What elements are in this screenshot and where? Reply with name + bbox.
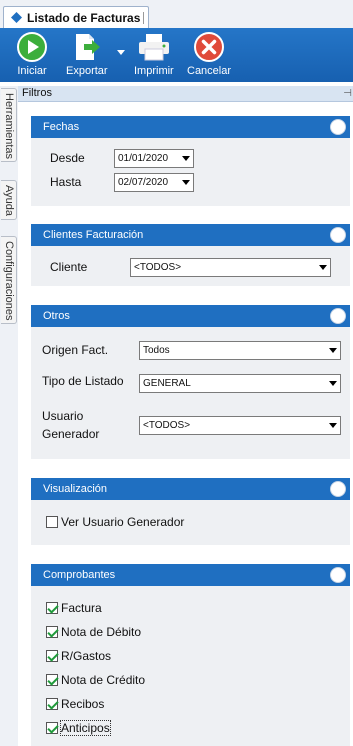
desde-value: 01/01/2020: [118, 153, 169, 164]
checkbox-box: [46, 516, 58, 528]
toolbar: Iniciar Exportar Imprimir Cancelar: [0, 28, 353, 82]
comprobante-nota-credito-checkbox[interactable]: Nota de Crédito: [46, 673, 145, 687]
usuario-label: Usuario: [42, 409, 84, 423]
play-icon: [17, 32, 47, 62]
checkmark-icon: [46, 602, 58, 614]
side-tab-ayuda-label: Ayuda: [3, 185, 15, 216]
comprobantes-title: Comprobantes: [43, 569, 116, 581]
side-tab-herramientas[interactable]: Herramientas: [1, 88, 17, 162]
desde-label: Desde: [50, 151, 85, 165]
fechas-header: Fechas: [31, 116, 350, 138]
tab-listado-facturas[interactable]: Listado de Facturas: [3, 6, 149, 28]
usuario-generador-select[interactable]: <TODOS>: [139, 416, 341, 435]
exportar-label: Exportar: [66, 65, 108, 77]
cancel-icon: [194, 32, 225, 62]
fechas-group: Fechas Desde 01/01/2020 Hasta 02/07/2020: [31, 116, 350, 206]
side-tab-ayuda[interactable]: Ayuda: [1, 180, 17, 220]
otros-title: Otros: [43, 310, 70, 322]
comprobante-factura-checkbox[interactable]: Factura: [46, 601, 102, 615]
comprobantes-collapse-icon[interactable]: [330, 567, 346, 583]
clientes-collapse-icon[interactable]: [330, 227, 346, 243]
side-tab-bar: Herramientas Ayuda Configuraciones: [0, 86, 18, 746]
desde-date-picker[interactable]: 01/01/2020: [114, 149, 194, 168]
comprobante-label: Nota de Débito: [61, 625, 142, 639]
pin-icon[interactable]: ⊣: [343, 86, 352, 101]
iniciar-label: Iniciar: [17, 65, 47, 77]
hasta-date-picker[interactable]: 02/07/2020: [114, 173, 194, 192]
comprobantes-header: Comprobantes: [31, 564, 350, 586]
origen-value: Todos: [143, 345, 170, 356]
comprobante-label: Anticipos: [60, 720, 111, 736]
chevron-down-icon: [329, 423, 337, 428]
export-icon: [75, 34, 100, 60]
tipo-listado-label: Tipo de Listado: [42, 374, 124, 388]
hasta-value: 02/07/2020: [118, 177, 169, 188]
otros-collapse-icon[interactable]: [330, 308, 346, 324]
checkmark-icon: [46, 650, 58, 662]
visualizacion-collapse-icon[interactable]: [330, 481, 346, 497]
filtros-title: Filtros: [22, 87, 52, 99]
checkmark-icon: [46, 722, 58, 734]
chevron-down-icon: [329, 348, 337, 353]
exportar-button[interactable]: Exportar: [66, 30, 108, 77]
tipo-listado-value: GENERAL: [143, 378, 191, 389]
comprobante-nota-debito-checkbox[interactable]: Nota de Débito: [46, 625, 141, 639]
otros-group: Otros Origen Fact. Todos Tipo de Listado…: [31, 305, 350, 459]
checkmark-icon: [46, 674, 58, 686]
comprobante-label: Recibos: [61, 697, 105, 711]
otros-header: Otros: [31, 305, 350, 327]
tab-close-icon[interactable]: [142, 10, 146, 26]
cancelar-label: Cancelar: [187, 65, 232, 77]
cliente-label: Cliente: [50, 260, 88, 274]
chevron-down-icon: [182, 180, 190, 185]
fechas-collapse-icon[interactable]: [330, 119, 346, 135]
cancelar-button[interactable]: Cancelar: [187, 30, 231, 77]
comprobante-label: Factura: [61, 601, 102, 615]
tab-title: Listado de Facturas: [27, 10, 141, 25]
document-icon: [11, 12, 22, 23]
side-tab-herramientas-label: Herramientas: [3, 93, 15, 160]
usuario-generador-value: <TODOS>: [143, 420, 191, 431]
side-tab-configuraciones[interactable]: Configuraciones: [1, 236, 17, 324]
comprobante-label: R/Gastos: [61, 649, 112, 663]
tipo-listado-select[interactable]: GENERAL: [139, 374, 341, 393]
origen-label: Origen Fact.: [42, 343, 109, 357]
chevron-down-icon: [182, 156, 190, 161]
imprimir-button[interactable]: Imprimir: [134, 30, 174, 77]
visualizacion-title: Visualización: [43, 483, 108, 495]
cliente-select[interactable]: <TODOS>: [130, 258, 331, 277]
checkmark-icon: [46, 698, 58, 710]
origen-select[interactable]: Todos: [139, 341, 341, 360]
tab-strip: Listado de Facturas: [0, 0, 353, 28]
checkmark-icon: [46, 626, 58, 638]
filtros-header: Filtros ⊣: [18, 86, 353, 102]
comprobantes-group: Comprobantes Factura Nota de Débito R/Ga…: [31, 564, 350, 746]
fechas-title: Fechas: [43, 121, 80, 133]
cliente-value: <TODOS>: [134, 262, 182, 273]
visualizacion-group: Visualización Ver Usuario Generador: [31, 478, 350, 545]
side-tab-configuraciones-label: Configuraciones: [3, 241, 15, 321]
comprobante-recibos-checkbox[interactable]: Recibos: [46, 697, 104, 711]
iniciar-button[interactable]: Iniciar: [15, 30, 49, 77]
ver-usuario-generador-label: Ver Usuario Generador: [61, 515, 185, 529]
visualizacion-header: Visualización: [31, 478, 350, 500]
ver-usuario-generador-checkbox[interactable]: Ver Usuario Generador: [46, 515, 184, 529]
filtros-panel: Fechas Desde 01/01/2020 Hasta 02/07/2020…: [18, 102, 353, 746]
chevron-down-icon: [319, 265, 327, 270]
comprobante-anticipos-checkbox[interactable]: Anticipos: [46, 720, 111, 736]
hasta-label: Hasta: [50, 175, 82, 189]
comprobante-label: Nota de Crédito: [61, 673, 146, 687]
imprimir-label: Imprimir: [134, 65, 174, 77]
printer-icon: [138, 34, 169, 61]
exportar-dropdown-icon[interactable]: [117, 50, 125, 56]
comprobante-rgastos-checkbox[interactable]: R/Gastos: [46, 649, 111, 663]
clientes-group: Clientes Facturación Cliente <TODOS>: [31, 224, 350, 286]
generador-label: Generador: [42, 427, 100, 441]
clientes-header: Clientes Facturación: [31, 224, 350, 246]
clientes-title: Clientes Facturación: [43, 229, 144, 241]
chevron-down-icon: [329, 381, 337, 386]
